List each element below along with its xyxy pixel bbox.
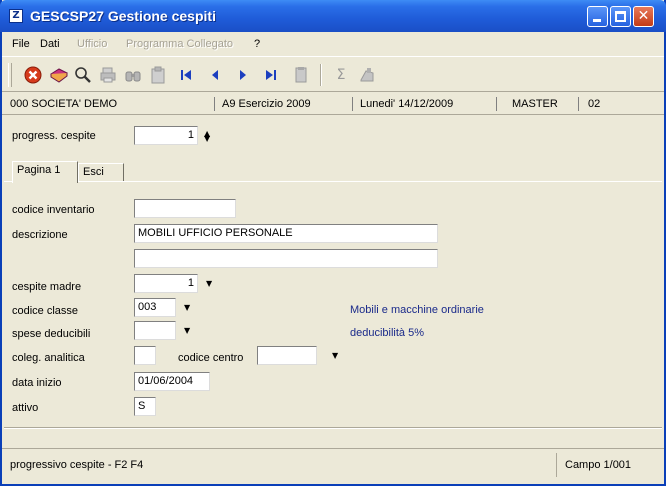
tab-pagina-1[interactable]: Pagina 1: [12, 161, 78, 183]
codice-inventario-field[interactable]: [134, 199, 236, 218]
calculator-icon[interactable]: [358, 66, 376, 84]
minimize-button[interactable]: [587, 6, 608, 27]
toolbar-separator: [320, 64, 322, 86]
cespite-madre-label: cespite madre: [12, 281, 82, 293]
progress-cespite-label: progress. cespite: [12, 130, 96, 142]
descrizione-field[interactable]: MOBILI UFFICIO PERSONALE: [134, 224, 438, 243]
codice-inventario-label: codice inventario: [12, 204, 95, 216]
divider: [578, 97, 579, 111]
menu-dati[interactable]: Dati: [40, 38, 60, 50]
minimize-icon: [593, 19, 601, 22]
attivo-label: attivo: [12, 402, 39, 414]
descrizione-field-2[interactable]: [134, 249, 438, 268]
coleg-analitica-label: coleg. analitica: [12, 352, 85, 364]
maximize-icon: [615, 11, 626, 22]
progress-cespite-field[interactable]: 1: [134, 126, 198, 145]
print-icon[interactable]: [99, 66, 117, 84]
divider: [496, 97, 497, 111]
title-bar[interactable]: Z GESCSP27 Gestione cespiti ✕: [0, 0, 666, 32]
next-record-icon[interactable]: [234, 66, 252, 84]
classe-description: Mobili e macchine ordinarie: [350, 304, 484, 316]
field-counter: Campo 1/001: [556, 453, 660, 477]
menu-bar: File Dati Ufficio Programma Collegato ?: [2, 34, 664, 54]
spese-deducibili-field[interactable]: [134, 321, 176, 340]
status-bar: progressivo cespite - F2 F4 Campo 1/001: [2, 448, 664, 482]
codice-classe-label: codice classe: [12, 305, 79, 317]
toolbar-grip[interactable]: [8, 63, 12, 87]
divider: [352, 97, 353, 111]
menu-file[interactable]: File: [12, 38, 30, 50]
chevron-down-icon[interactable]: ▼: [184, 326, 190, 335]
previous-record-icon[interactable]: [206, 66, 224, 84]
data-inizio-field[interactable]: 01/06/2004: [134, 372, 210, 391]
last-record-icon[interactable]: [262, 66, 280, 84]
panel-divider: [4, 427, 662, 429]
sum-icon[interactable]: Σ: [332, 66, 350, 84]
close-window-button[interactable]: ✕: [633, 6, 654, 27]
company-name: 000 SOCIETA' DEMO: [10, 98, 118, 110]
cespite-madre-field[interactable]: 1: [134, 274, 198, 293]
attivo-field[interactable]: S: [134, 397, 156, 416]
data-inizio-label: data inizio: [12, 377, 62, 389]
coleg-analitica-field[interactable]: [134, 346, 156, 365]
menu-help[interactable]: ?: [254, 38, 260, 50]
document-icon[interactable]: [292, 66, 310, 84]
menu-ufficio[interactable]: Ufficio: [77, 38, 107, 50]
spese-deducibili-label: spese deducibili: [12, 328, 91, 340]
first-record-icon[interactable]: [177, 66, 195, 84]
info-bar: 000 SOCIETA' DEMO A9 Esercizio 2009 Lune…: [2, 93, 664, 115]
application-window: Z GESCSP27 Gestione cespiti ✕ File Dati …: [0, 0, 666, 486]
search-icon[interactable]: [74, 66, 92, 84]
chevron-down-icon[interactable]: ▼: [204, 134, 210, 143]
deducibilita-note: deducibilità 5%: [350, 327, 424, 339]
maximize-button[interactable]: [610, 6, 631, 27]
clipboard-icon[interactable]: [149, 66, 167, 84]
divider: [214, 97, 215, 111]
tab-panel: [4, 181, 662, 425]
current-date: Lunedi' 14/12/2009: [360, 98, 454, 110]
book-icon[interactable]: [49, 66, 68, 84]
close-icon: ✕: [637, 8, 650, 24]
codice-centro-field[interactable]: [257, 346, 317, 365]
status-hint: progressivo cespite - F2 F4: [10, 459, 144, 471]
toolbar: Σ: [2, 56, 664, 92]
menu-programma-collegato[interactable]: Programma Collegato: [126, 38, 233, 50]
chevron-down-icon[interactable]: ▼: [206, 279, 212, 288]
window-title: GESCSP27 Gestione cespiti: [30, 8, 216, 24]
app-icon: Z: [9, 9, 23, 23]
binoculars-icon[interactable]: [124, 66, 142, 84]
close-icon[interactable]: [24, 66, 42, 84]
terminal-code: 02: [588, 98, 601, 110]
tab-esci[interactable]: Esci: [78, 163, 124, 182]
chevron-down-icon[interactable]: ▼: [332, 351, 338, 360]
user-name: MASTER: [512, 98, 558, 110]
fiscal-year: A9 Esercizio 2009: [222, 98, 311, 110]
codice-centro-label: codice centro: [178, 352, 244, 364]
descrizione-label: descrizione: [12, 229, 68, 241]
chevron-down-icon[interactable]: ▼: [184, 303, 190, 312]
codice-classe-field[interactable]: 003: [134, 298, 176, 317]
